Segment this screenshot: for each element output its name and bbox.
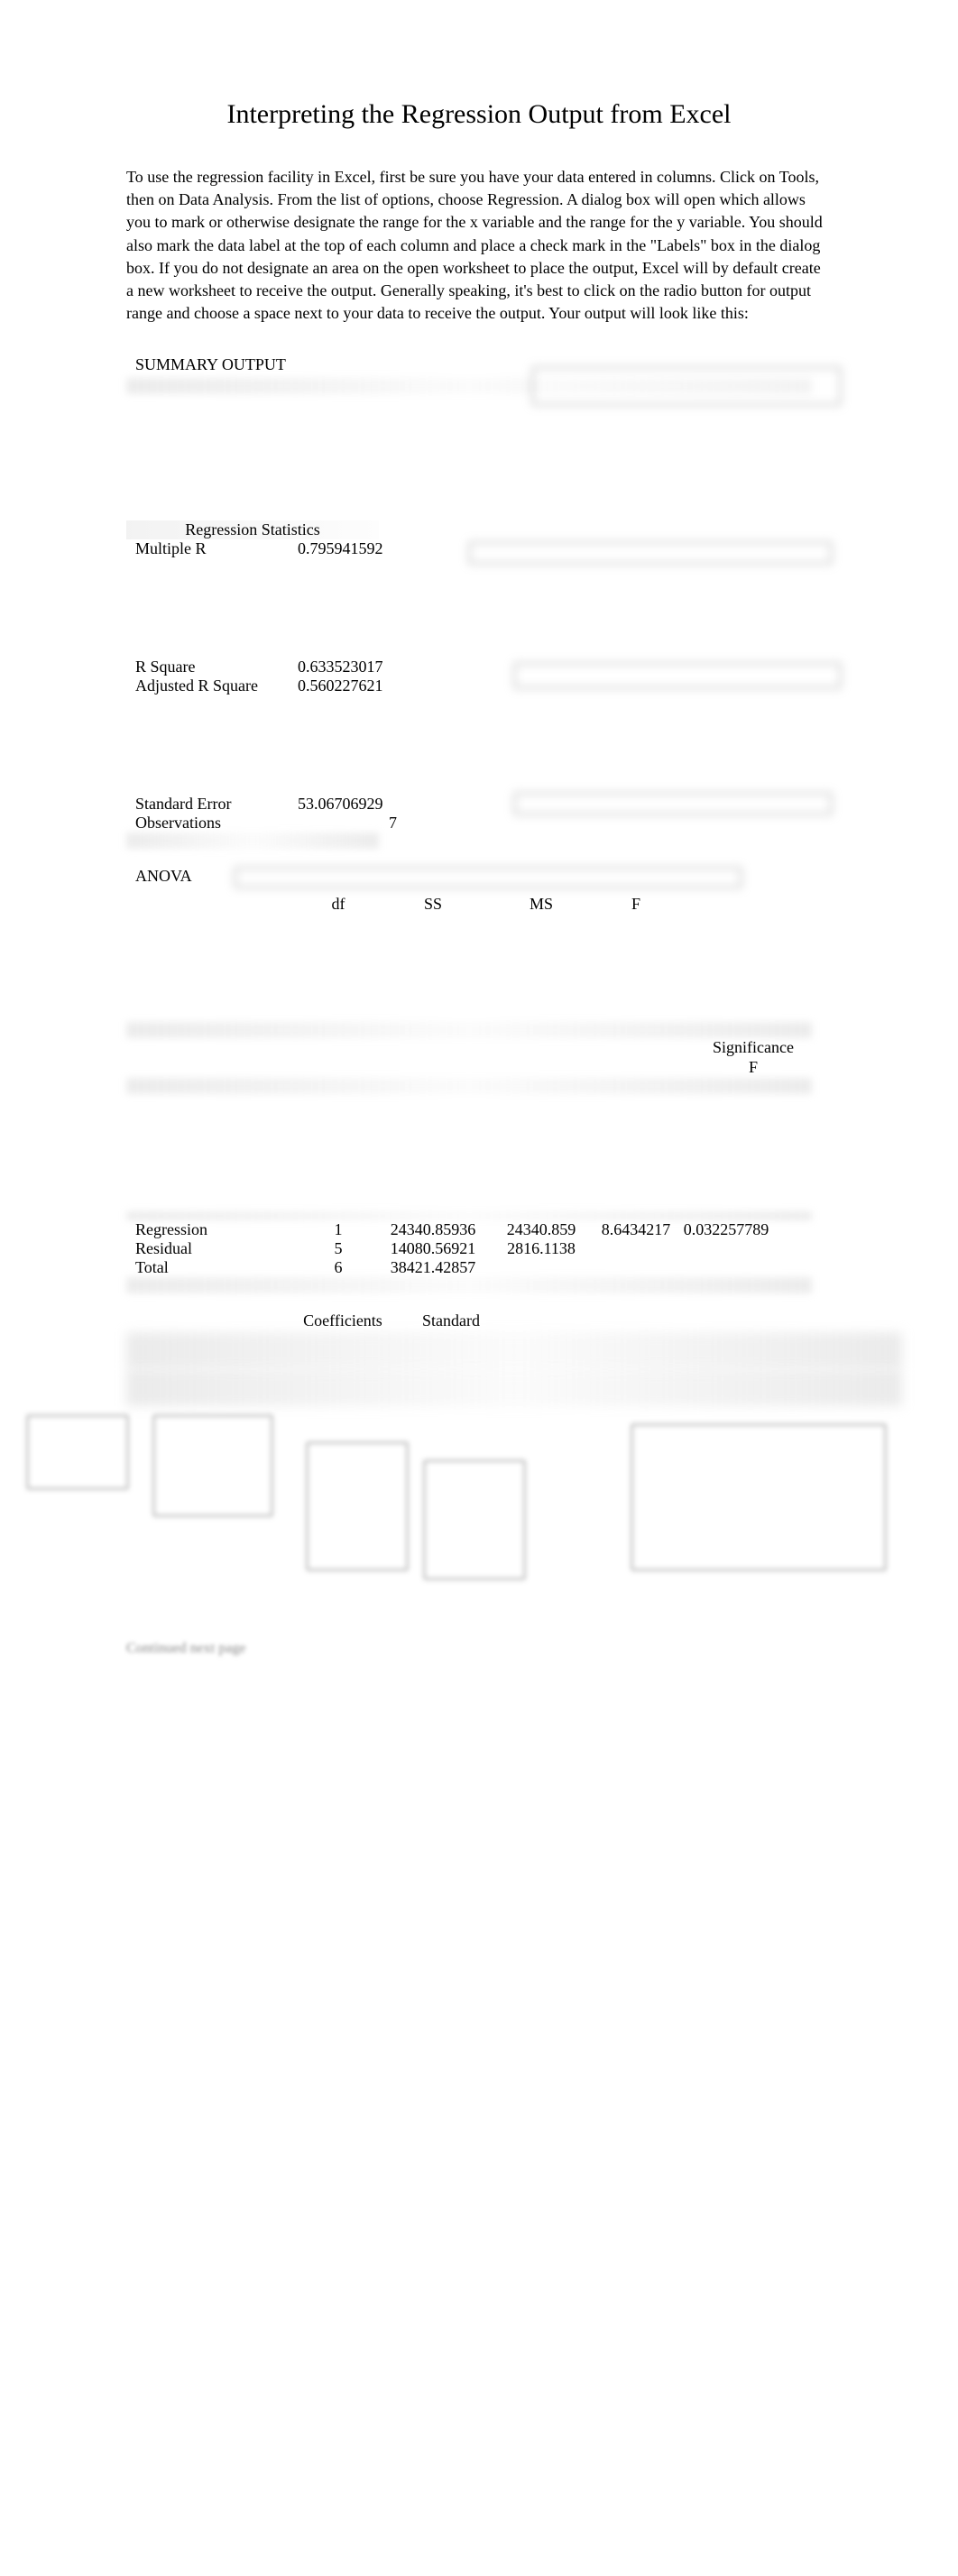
cell: 6 (298, 1258, 379, 1277)
blurred-annotation-box (514, 793, 832, 814)
stat-row-observations: Observations 7 (126, 814, 832, 833)
cell: 14080.56921 (379, 1239, 487, 1258)
col-standard: Standard (397, 1311, 505, 1330)
row-label: Residual (126, 1239, 298, 1258)
cell (677, 1258, 776, 1277)
cell: 8.6434217 (595, 1220, 677, 1239)
summary-output-header: SUMMARY OUTPUT (126, 352, 388, 378)
row-label: Total (126, 1258, 298, 1277)
regression-statistics-header: Regression Statistics (126, 520, 379, 539)
sigf-line2: F (749, 1058, 758, 1076)
anova-row-total: Total 6 38421.42857 (126, 1258, 832, 1277)
continued-note: Continued next page (126, 1641, 832, 1657)
anova-row-regression: Regression 1 24340.85936 24340.859 8.643… (126, 1220, 832, 1239)
document-page: Interpreting the Regression Output from … (0, 0, 958, 1693)
cell: 5 (298, 1239, 379, 1258)
anova-row-residual: Residual 5 14080.56921 2816.1138 (126, 1239, 832, 1258)
stat-value: 0.795941592 (298, 539, 424, 558)
col-df: df (298, 895, 379, 914)
stat-value: 0.560227621 (298, 676, 424, 695)
anova-header-row: df SS MS F (126, 895, 832, 914)
col-significance-f: Significance F (704, 1038, 803, 1077)
stat-value: 0.633523017 (298, 658, 424, 676)
stat-value: 7 (298, 814, 397, 833)
blurred-annotation-box (469, 542, 832, 564)
stat-value: 53.06706929 (298, 795, 424, 814)
col-ms: MS (487, 895, 595, 914)
cell (595, 1239, 677, 1258)
blurred-callout-box (631, 1424, 886, 1570)
stat-label: Adjusted R Square (126, 676, 298, 695)
blurred-callout-box (307, 1442, 408, 1570)
col-coefficients: Coefficients (289, 1311, 397, 1330)
cell: 38421.42857 (379, 1258, 487, 1277)
col-f: F (595, 895, 677, 914)
blurred-annotation-box (514, 663, 841, 688)
blurred-callout-box (153, 1415, 272, 1516)
stat-label: Multiple R (126, 539, 298, 558)
page-title: Interpreting the Regression Output from … (126, 99, 832, 130)
cell: 24340.859 (487, 1220, 595, 1239)
cell (595, 1258, 677, 1277)
sigf-line1: Significance (713, 1038, 794, 1056)
coefficients-header-row: Coefficients Standard (126, 1311, 832, 1330)
intro-paragraph: To use the regression facility in Excel,… (126, 166, 832, 325)
blurred-row (126, 1277, 812, 1293)
cell: 1 (298, 1220, 379, 1239)
stat-label: Standard Error (126, 795, 298, 814)
cell (487, 1258, 595, 1277)
stat-label: Observations (126, 814, 298, 833)
blurred-row (126, 1332, 902, 1368)
callout-boxes-region (126, 1415, 832, 1614)
cell: 0.032257789 (677, 1220, 776, 1239)
col-ss: SS (379, 895, 487, 914)
stat-label: R Square (126, 658, 298, 676)
blurred-row (126, 1078, 812, 1094)
blurred-callout-box (27, 1415, 128, 1489)
blurred-annotation-box (235, 868, 742, 888)
blurred-callout-box (424, 1460, 525, 1579)
blurred-row (126, 833, 379, 849)
cell: 2816.1138 (487, 1239, 595, 1258)
blurred-row (126, 1211, 812, 1220)
cell: 24340.85936 (379, 1220, 487, 1239)
cell (677, 1239, 776, 1258)
blurred-row (126, 1022, 812, 1038)
blurred-annotation-box (532, 367, 841, 405)
blurred-row (126, 1370, 902, 1406)
row-label: Regression (126, 1220, 298, 1239)
